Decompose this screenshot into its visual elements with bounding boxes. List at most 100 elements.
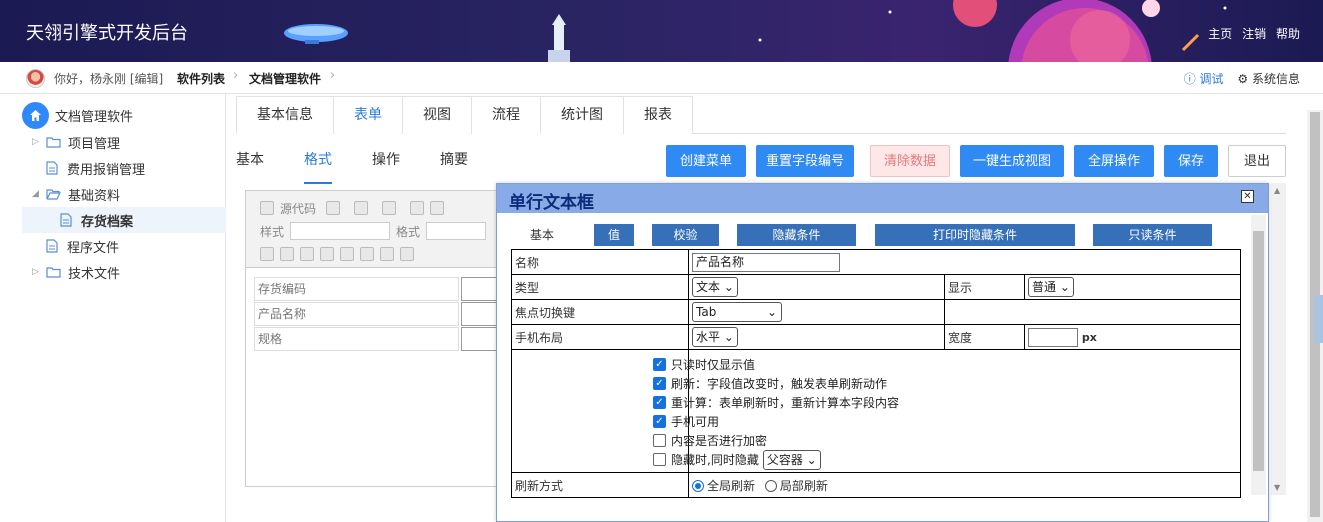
sidebar-item-tech-files[interactable]: ▷ 技术文件 — [32, 259, 120, 285]
chevron-down-icon: ⌄ — [766, 305, 777, 319]
sidebar-item-basic-data[interactable]: ◢ 基础资料 — [32, 181, 120, 207]
bank-icon[interactable] — [400, 247, 414, 261]
sidebar-item-project[interactable]: ▷ 项目管理 — [32, 129, 120, 155]
caret-right-icon[interactable]: ▷ — [32, 267, 46, 277]
checkbox-icon[interactable] — [260, 247, 274, 261]
caret-down-icon[interactable]: ◢ — [32, 189, 46, 199]
form-field-label[interactable]: 规格 — [254, 327, 459, 351]
hide-together-checkbox[interactable]: 隐藏时,同时隐藏 父容器 ⌄ — [653, 449, 1201, 470]
dialog-tab-basic[interactable]: 基本 — [509, 224, 575, 246]
logout-link[interactable]: 注销 — [1242, 27, 1266, 41]
recalc-checkbox[interactable]: ✓ 重计算：表单刷新时，重新计算本字段内容 — [653, 393, 1201, 412]
sysinfo-link[interactable]: ⚙ 系统信息 — [1237, 72, 1300, 86]
crumb-software-list[interactable]: 软件列表 — [177, 70, 225, 87]
subtab-format[interactable]: 格式 — [304, 144, 332, 184]
mobile-layout-value: 水平 — [696, 330, 721, 344]
mobile-layout-cell: 水平 ⌄ — [688, 324, 945, 350]
dialog-tab-print-hide[interactable]: 打印时隐藏条件 — [875, 224, 1075, 246]
tab-flow[interactable]: 流程 — [471, 96, 541, 134]
focus-cell: Tab ⌄ — [688, 299, 945, 325]
subtab-basic[interactable]: 基本 — [236, 144, 264, 184]
button-icon[interactable] — [340, 247, 354, 261]
display-value: 普通 — [1032, 280, 1057, 294]
home-link[interactable]: 主页 — [1208, 27, 1232, 41]
create-menu-button[interactable]: 创建菜单 — [666, 145, 746, 177]
format-select[interactable] — [426, 222, 487, 240]
width-cell: px — [1024, 324, 1241, 350]
table-row: 名称 产品名称 — [511, 249, 1241, 275]
paste-icon[interactable] — [382, 201, 397, 215]
refresh-mode-cell: 全局刷新 局部刷新 — [688, 472, 1241, 498]
radio-icon[interactable] — [280, 247, 294, 261]
user-greeting[interactable]: 你好，杨永刚 [编辑] — [54, 70, 163, 87]
textarea-icon[interactable] — [320, 247, 334, 261]
scroll-down-icon[interactable]: ▼ — [1274, 483, 1280, 492]
clear-data-button[interactable]: 清除数据 — [870, 145, 950, 177]
scroll-thumb[interactable] — [1253, 231, 1264, 471]
tab-basic-info[interactable]: 基本信息 — [236, 96, 334, 134]
mobile-layout-select[interactable]: 水平 ⌄ — [692, 327, 738, 347]
tab-form[interactable]: 表单 — [333, 96, 403, 134]
tree-icon[interactable] — [380, 247, 394, 261]
mobile-enabled-checkbox[interactable]: ✓ 手机可用 — [653, 412, 1201, 431]
style-select[interactable] — [290, 222, 391, 240]
template-icon[interactable] — [326, 201, 341, 215]
editor-scrollbar[interactable]: ▲ ▼ — [1271, 183, 1286, 495]
width-input[interactable] — [1028, 327, 1078, 347]
form-field-label[interactable]: 产品名称 — [254, 302, 459, 326]
source-icon[interactable] — [260, 201, 274, 215]
readonly-show-checkbox[interactable]: ✓ 只读时仅显示值 — [653, 355, 1201, 374]
refresh-checkbox[interactable]: ✓ 刷新：字段值改变时，触发表单刷新动作 — [653, 374, 1201, 393]
type-select[interactable]: 文本 ⌄ — [692, 277, 738, 297]
refresh-all-radio[interactable]: 全局刷新 — [692, 479, 755, 493]
focus-select[interactable]: Tab ⌄ — [692, 302, 782, 322]
calendar-icon[interactable] — [360, 247, 374, 261]
reset-field-number-button[interactable]: 重置字段编号 — [756, 145, 854, 177]
exit-button[interactable]: 退出 — [1228, 145, 1286, 177]
radio-off-icon — [764, 480, 777, 492]
crumb-doc-software[interactable]: 文档管理软件 — [249, 70, 321, 87]
subtab-summary[interactable]: 摘要 — [440, 144, 468, 184]
home-icon — [22, 101, 49, 129]
dialog-tab-readonly[interactable]: 只读条件 — [1093, 224, 1212, 246]
close-icon[interactable]: ✕ — [1241, 190, 1254, 203]
name-input[interactable]: 产品名称 — [692, 252, 840, 272]
tree-root[interactable]: 文档管理软件 — [22, 101, 133, 129]
fullscreen-button[interactable]: 全屏操作 — [1074, 145, 1154, 177]
tab-chart[interactable]: 统计图 — [540, 96, 624, 134]
radio-on-icon — [692, 480, 704, 492]
hide-container-select[interactable]: 父容器 ⌄ — [762, 449, 821, 470]
subtab-operation[interactable]: 操作 — [372, 144, 400, 184]
display-select[interactable]: 普通 ⌄ — [1028, 277, 1074, 297]
tab-report[interactable]: 报表 — [623, 96, 693, 134]
chevron-right-icon: › — [330, 68, 336, 83]
copy-icon[interactable] — [430, 201, 445, 215]
editor-format-row: 样式 格式 — [260, 220, 492, 242]
sidebar-item-label: 项目管理 — [68, 136, 121, 152]
dialog-tabs: 基本 值 校验 隐藏条件 打印时隐藏条件 只读条件 — [497, 224, 1268, 246]
sidebar-item-inventory[interactable]: 存货档案 — [22, 207, 226, 233]
dialog-tab-validate[interactable]: 校验 — [652, 224, 719, 246]
sidebar-item-program-files[interactable]: 程序文件 — [46, 233, 119, 259]
encrypt-checkbox[interactable]: 内容是否进行加密 — [653, 431, 1201, 450]
form-field-label[interactable]: 存货编码 — [254, 277, 459, 301]
file-icon — [46, 239, 58, 253]
save-button[interactable]: 保存 — [1164, 145, 1218, 177]
dialog-tab-value[interactable]: 值 — [594, 224, 634, 246]
refresh-part-radio[interactable]: 局部刷新 — [764, 479, 828, 493]
dialog-tab-hide[interactable]: 隐藏条件 — [737, 224, 856, 246]
textfield-icon[interactable] — [300, 247, 314, 261]
help-link[interactable]: 帮助 — [1276, 27, 1300, 41]
preview-icon[interactable] — [354, 201, 369, 215]
source-code-label[interactable]: 源代码 — [280, 200, 316, 217]
debug-link[interactable]: ⓘ 调试 — [1184, 72, 1224, 86]
cut-icon[interactable] — [410, 201, 425, 215]
tab-view[interactable]: 视图 — [402, 96, 472, 134]
generate-view-button[interactable]: 一键生成视图 — [960, 145, 1064, 177]
scroll-up-icon[interactable]: ▲ — [1274, 186, 1280, 195]
sidebar-item-expense[interactable]: 费用报销管理 — [46, 155, 145, 181]
caret-right-icon[interactable]: ▷ — [32, 137, 46, 147]
dialog-scrollbar[interactable] — [1251, 215, 1266, 495]
option-label: 只读时仅显示值 — [671, 358, 756, 372]
side-panel-toggle[interactable] — [1314, 295, 1323, 343]
